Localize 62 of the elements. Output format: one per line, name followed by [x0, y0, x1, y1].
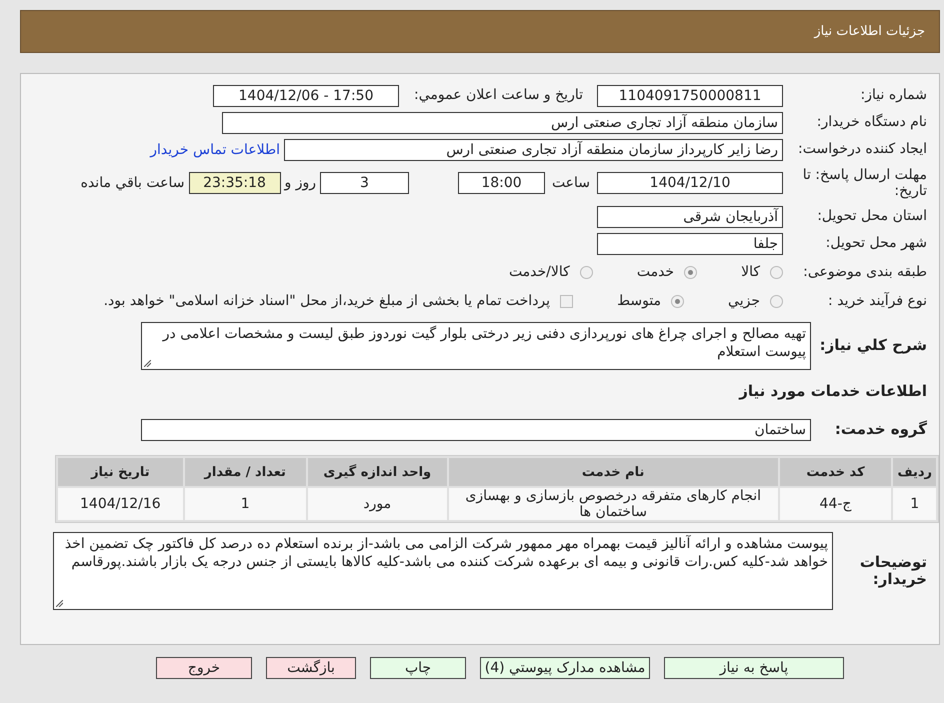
treasury-label: پرداخت تمام یا بخشی از مبلغ خرید،از محل "اسناد خزانه اسلامی" خواهد بود. — [104, 293, 550, 309]
action-button[interactable]: چاپ — [370, 657, 466, 679]
buyer-contact-link[interactable]: اطلاعات تماس خریدار — [150, 142, 280, 158]
radio-button[interactable] — [671, 294, 684, 308]
remaining-time-field: 23:35:18 — [188, 172, 280, 194]
action-button[interactable]: مشاهده مدارک پیوستي (4) — [480, 657, 650, 679]
city-field: جلفا — [597, 232, 783, 254]
action-button[interactable]: بازگشت — [266, 657, 356, 679]
resize-handle-icon[interactable] — [144, 360, 151, 368]
table-cell: انجام کارهای متفرقه درخصوص بازسازی و بهسازی ساختمان ها — [448, 488, 778, 520]
service-group-field: ساختمان — [141, 419, 811, 441]
description-box[interactable]: تهیه مصالح و اجرای چراغ های نورپردازی دفنی زیر درختی بلوار گیت نوردوز طبق لیست و مشخصات اعلامی در پیوست استعلام — [141, 322, 811, 370]
table-cell: 1 — [893, 488, 936, 520]
buyer-org-field: سازمان منطقه آزاد تجاری صنعتی ارس — [222, 112, 783, 134]
action-button[interactable]: پاسخ به نیاز — [664, 657, 844, 679]
radio-label: متوسط — [617, 293, 662, 309]
column-header: تاریخ نیاز — [58, 458, 183, 486]
table-cell: مورد — [308, 488, 447, 520]
header-title: جزئیات اطلاعات نیاز — [814, 24, 925, 39]
radio-label: کالا/خدمت — [508, 264, 570, 280]
table-cell: 1404/12/16 — [58, 488, 183, 520]
field-label: نام دستگاه خریدار: — [816, 114, 927, 131]
column-header: کد خدمت — [780, 458, 892, 486]
field-label: نوع فرآیند خرید : — [827, 292, 927, 310]
field-label: ایجاد کننده درخواست: — [797, 141, 927, 158]
field-label: استان محل تحویل: — [816, 208, 927, 225]
field-label: طبقه بندی موضوعی: — [802, 264, 927, 280]
radio-label: کالا — [741, 264, 760, 280]
action-button[interactable]: خروج — [156, 657, 252, 679]
field-label: شهر محل تحویل: — [824, 235, 927, 252]
field-label: توضیحات خریدار: — [858, 554, 927, 588]
radio-button[interactable] — [580, 266, 593, 278]
buyer-notes-box[interactable]: پیوست مشاهده و ارائه آنالیز قیمت بهمراه مهر ممهور شرکت الزامی می باشد-از برنده استعلام ده درصد کل فاکتور چک تضمین اخذ خواهد شد-کلیه کس.رات قانونی و بیمه ای برعهده شرکت کننده می باشد-کلیه کالاها بایستی از جنس درجه یک بازار باشند.پورقاسم — [53, 532, 833, 610]
days-label: روز و — [284, 175, 316, 191]
table-cell: ج-44 — [780, 488, 892, 520]
days-field: 3 — [320, 172, 409, 194]
column-header: نام خدمت — [448, 458, 778, 486]
radio-button[interactable] — [684, 266, 698, 278]
radio-button[interactable] — [770, 266, 783, 278]
column-header: ردیف — [893, 458, 936, 486]
remaining-label: ساعت باقي مانده — [80, 175, 184, 191]
requester-field: رضا زایر کارپرداز سازمان منطقه آزاد تجاری صنعتی ارس — [284, 138, 783, 160]
checkbox[interactable] — [560, 294, 574, 308]
announce-date-field: 1404/12/06 - 17:50 — [213, 84, 399, 106]
province-field: آذربایجان شرقی — [597, 206, 783, 228]
radio-button[interactable] — [770, 294, 783, 308]
field-label: شماره نیاز: — [860, 87, 927, 104]
time-label: ساعت — [550, 175, 592, 191]
field-label: گروه خدمت: — [834, 421, 927, 439]
field-label: شرح کلي نیاز: — [818, 337, 927, 355]
radio-label: جزيي — [728, 293, 760, 309]
radio-label: خدمت — [636, 264, 674, 280]
field-label: تاریخ و ساعت اعلان عمومي: — [413, 87, 583, 104]
column-header: تعداد / مقدار — [184, 458, 306, 486]
table-cell: 1 — [184, 488, 306, 520]
deadline-time-field: 18:00 — [458, 172, 545, 194]
column-header: واحد اندازه گیری — [308, 458, 447, 486]
need-number-field: 1104091750000811 — [597, 84, 783, 106]
field-label: مهلت ارسال پاسخ: تا تاریخ: — [802, 166, 927, 200]
section-title: اطلاعات خدمات مورد نیاز — [739, 382, 927, 400]
resize-handle-icon[interactable] — [56, 600, 63, 608]
deadline-date-field: 1404/12/10 — [597, 172, 783, 194]
